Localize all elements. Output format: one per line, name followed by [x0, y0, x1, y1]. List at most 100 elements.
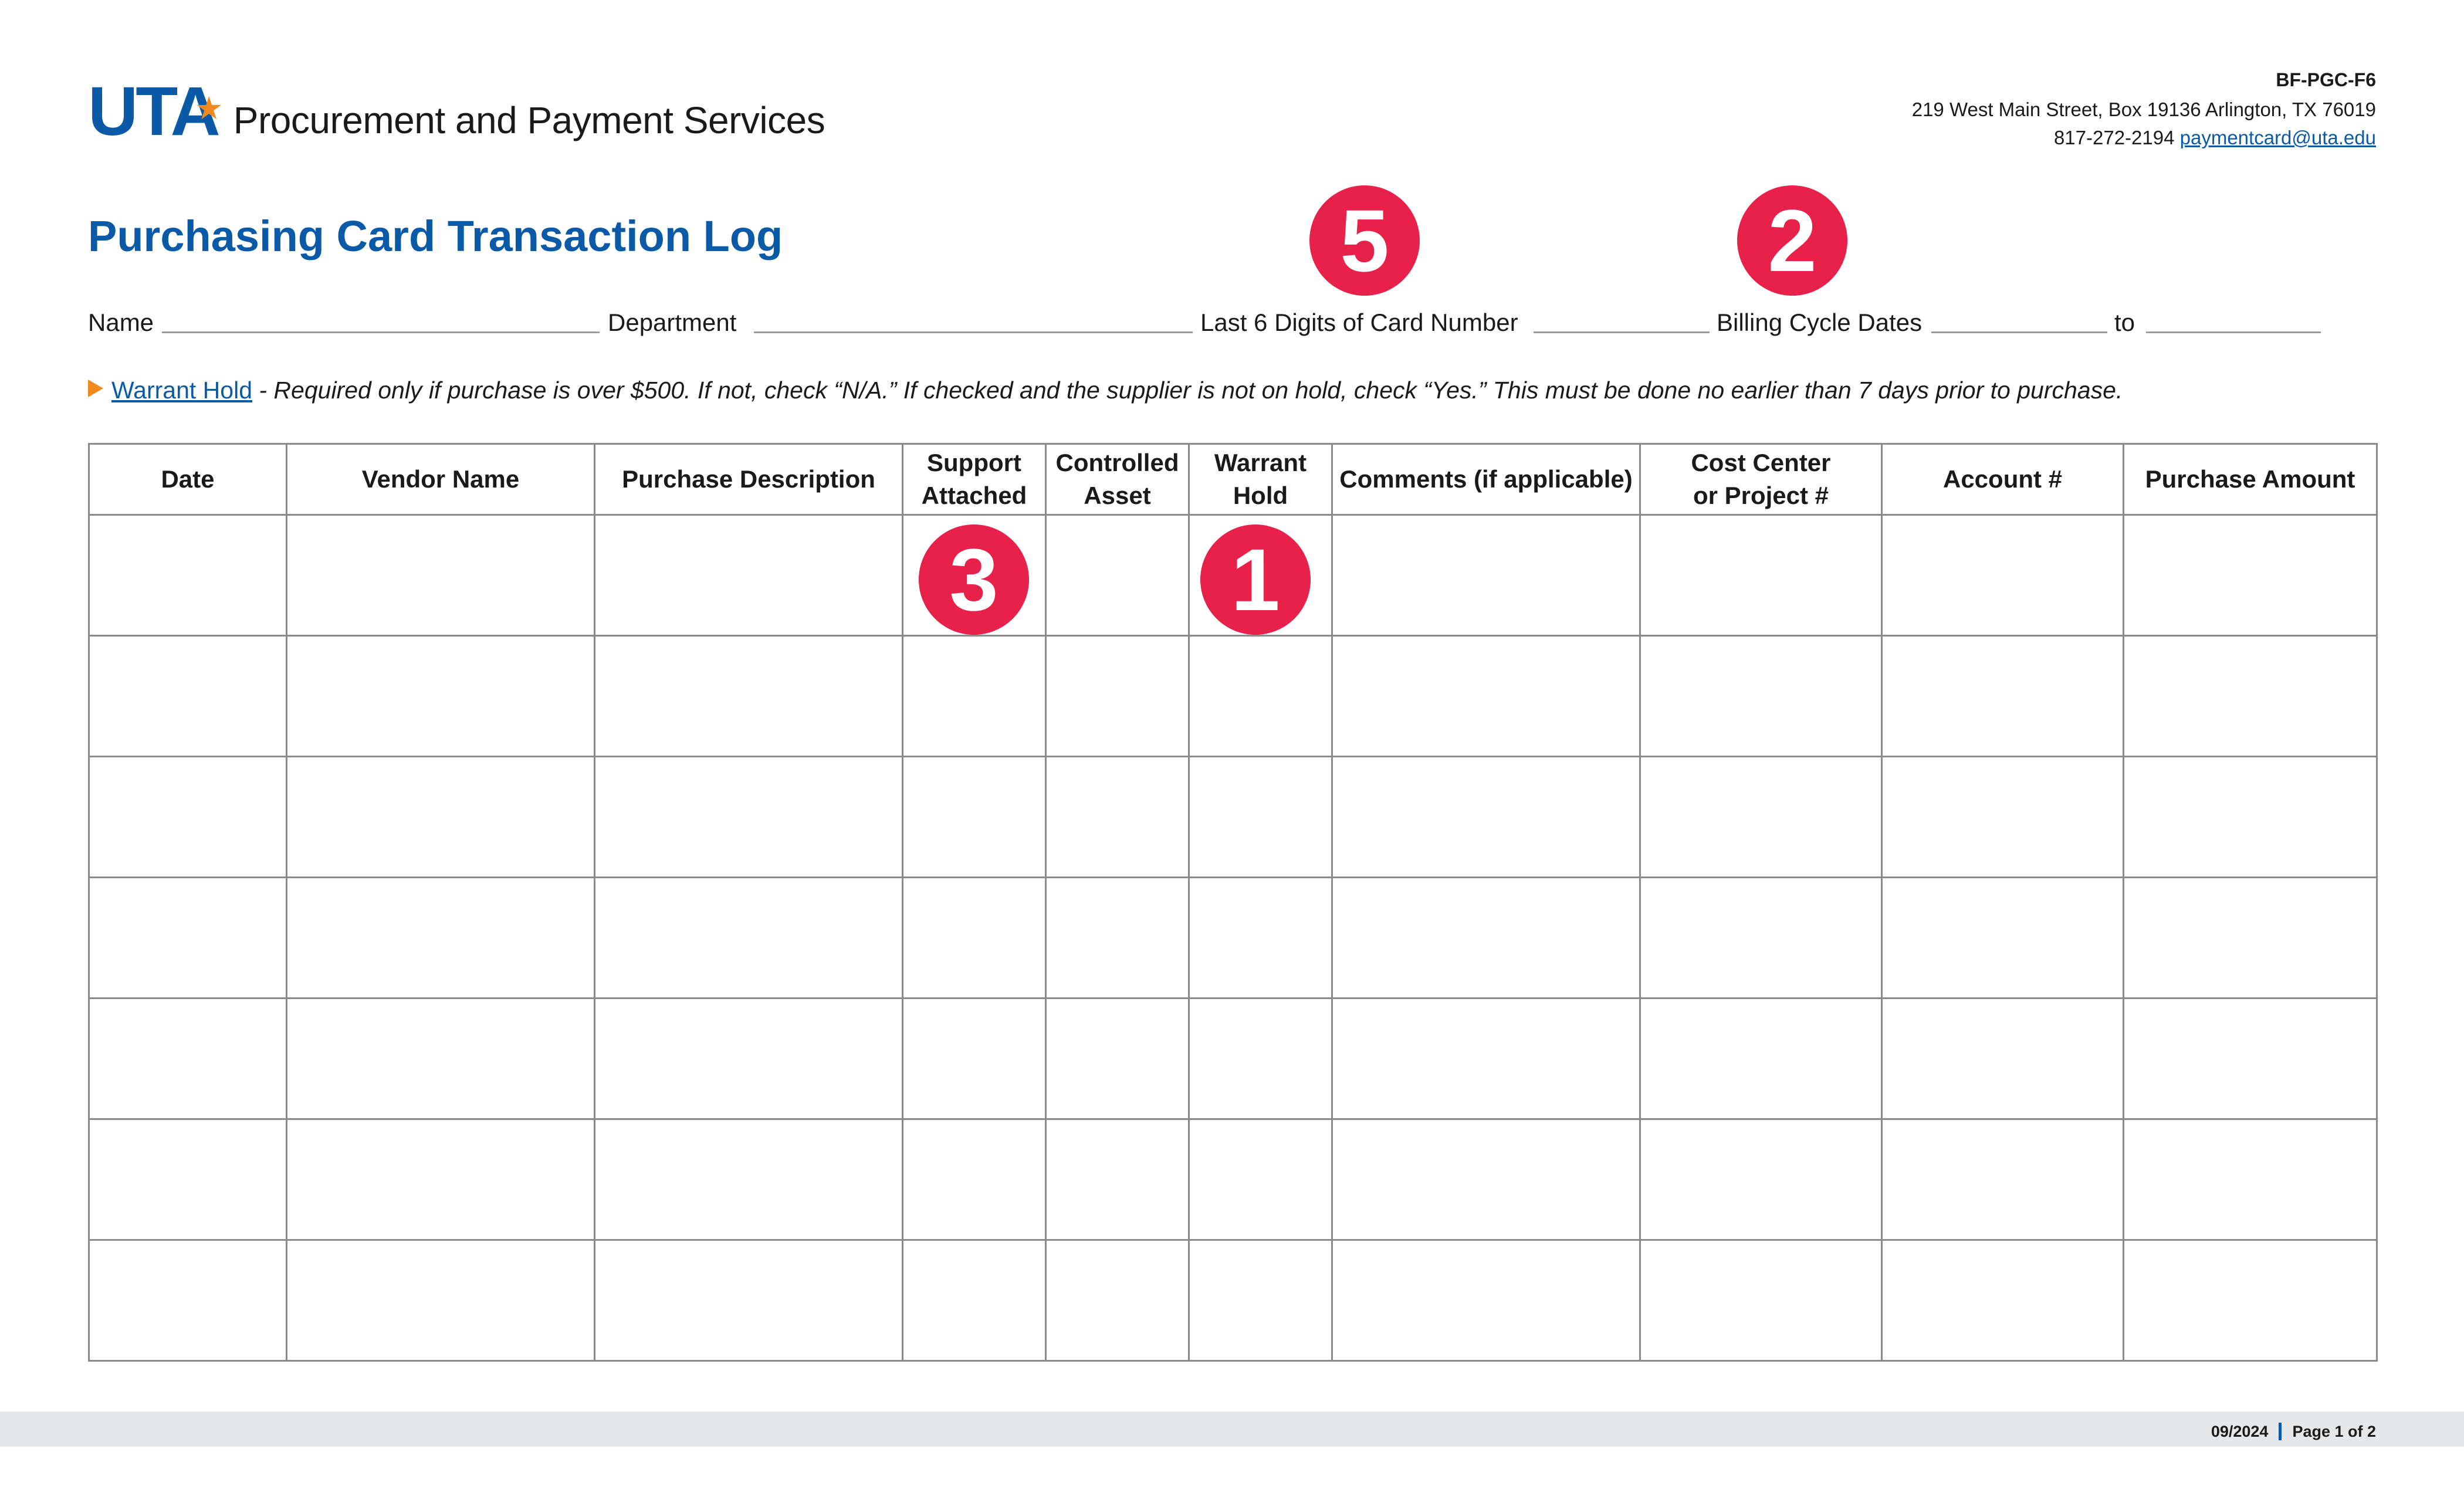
table-cell[interactable] — [2123, 514, 2378, 637]
table-cell[interactable] — [1639, 1239, 1883, 1362]
table-cell[interactable] — [286, 635, 595, 757]
logo-text: Procurement and Payment Services — [233, 99, 825, 141]
table-header-row: Date Vendor Name Purchase Description Suppo… — [88, 443, 2378, 516]
table-cell[interactable] — [88, 997, 287, 1120]
table-cell[interactable] — [2123, 876, 2378, 999]
table-cell[interactable] — [902, 1118, 1047, 1241]
table-cell[interactable] — [594, 1239, 903, 1362]
table-cell[interactable] — [88, 1118, 287, 1241]
table-cell[interactable] — [2123, 1118, 2378, 1241]
table-cell[interactable] — [902, 635, 1047, 757]
table-cell[interactable] — [902, 1239, 1047, 1362]
address: 219 West Main Street, Box 19136 Arlingto… — [1911, 99, 2376, 120]
table-cell[interactable] — [594, 635, 903, 757]
table-cell[interactable] — [1331, 514, 1641, 637]
table-cell[interactable] — [2123, 635, 2378, 757]
table-cell[interactable] — [2123, 1239, 2378, 1362]
table-cell[interactable] — [2123, 997, 2378, 1120]
table-cell[interactable] — [88, 635, 287, 757]
table-cell[interactable] — [1188, 756, 1333, 878]
warrant-note: Warrant Hold - Required only if purchase… — [88, 377, 2123, 404]
table-cell[interactable] — [1331, 635, 1641, 757]
column-header: Cost Center or Project # — [1639, 443, 1883, 516]
table-cell[interactable] — [1881, 514, 2124, 637]
column-header-line: Asset — [1084, 482, 1151, 509]
billing-start-field[interactable] — [1931, 331, 2107, 333]
table-cell[interactable] — [902, 876, 1047, 999]
billing-end-field[interactable] — [2146, 331, 2321, 333]
table-cell[interactable] — [286, 756, 595, 878]
name-field[interactable] — [162, 331, 600, 333]
page-number: Page 1 of 2 — [2292, 1423, 2376, 1440]
department-field[interactable] — [754, 331, 1193, 333]
table-cell[interactable] — [1045, 997, 1190, 1120]
table-cell[interactable] — [1881, 1239, 2124, 1362]
table-cell[interactable] — [88, 876, 287, 999]
table-cell[interactable] — [1188, 635, 1333, 757]
table-cell[interactable] — [1881, 997, 2124, 1120]
table-cell[interactable] — [88, 514, 287, 637]
table-cell[interactable] — [286, 997, 595, 1120]
table-cell[interactable] — [594, 1118, 903, 1241]
table-cell[interactable] — [286, 876, 595, 999]
column-header-line: Support — [927, 449, 1021, 476]
table-cell[interactable] — [286, 514, 595, 637]
table-cell[interactable] — [1331, 876, 1641, 999]
table-cell[interactable] — [594, 997, 903, 1120]
table-cell[interactable] — [1331, 997, 1641, 1120]
table-cell[interactable] — [1881, 1118, 2124, 1241]
note-text: - Required only if purchase is over $500… — [252, 377, 2123, 404]
table-cell[interactable] — [1331, 1239, 1641, 1362]
column-header-line: Purchase Amount — [2145, 465, 2355, 493]
arrow-right-icon — [88, 380, 103, 397]
column-header-line: Vendor Name — [361, 465, 520, 493]
table-cell[interactable] — [1045, 1239, 1190, 1362]
table-cell[interactable] — [1639, 997, 1883, 1120]
table-cell[interactable] — [1045, 514, 1190, 637]
column-header: Warrant Hold — [1188, 443, 1333, 516]
table-cell[interactable] — [1188, 997, 1333, 1120]
column-header: Purchase Description — [594, 443, 903, 516]
table-cell[interactable] — [1045, 756, 1190, 878]
table-cell[interactable] — [286, 1118, 595, 1241]
table-cell[interactable] — [1188, 1239, 1333, 1362]
column-header: Comments (if applicable) — [1331, 443, 1641, 516]
badge-2: 2 — [1737, 185, 1847, 296]
table-cell[interactable] — [1881, 635, 2124, 757]
warrant-hold-link[interactable]: Warrant Hold — [111, 377, 252, 404]
table-cell[interactable] — [1639, 1118, 1883, 1241]
badge-5: 5 — [1309, 185, 1420, 296]
to-label: to — [2114, 309, 2135, 336]
phone: 817-272-2194 — [2053, 127, 2175, 148]
column-header-line: or Project # — [1693, 482, 1829, 509]
table-cell[interactable] — [88, 756, 287, 878]
table-cell[interactable] — [1331, 756, 1641, 878]
table-cell[interactable] — [1045, 1118, 1190, 1241]
table-cell[interactable] — [1881, 876, 2124, 999]
column-header-line: Attached — [921, 482, 1027, 509]
table-cell[interactable] — [902, 756, 1047, 878]
table-cell[interactable] — [286, 1239, 595, 1362]
table-cell[interactable] — [2123, 756, 2378, 878]
table-row — [88, 1239, 2378, 1362]
table-cell[interactable] — [902, 997, 1047, 1120]
table-cell[interactable] — [1188, 1118, 1333, 1241]
table-cell[interactable] — [1881, 756, 2124, 878]
table-cell[interactable] — [594, 756, 903, 878]
table-cell[interactable] — [1045, 635, 1190, 757]
table-cell[interactable] — [1045, 876, 1190, 999]
table-cell[interactable] — [88, 1239, 287, 1362]
column-header: Support Attached — [902, 443, 1047, 516]
table-cell[interactable] — [1639, 756, 1883, 878]
table-cell[interactable] — [1331, 1118, 1641, 1241]
table-cell[interactable] — [1639, 514, 1883, 637]
email-link[interactable]: paymentcard@uta.edu — [2180, 127, 2376, 148]
table-row — [88, 756, 2378, 878]
table-cell[interactable] — [594, 514, 903, 637]
table-cell[interactable] — [594, 876, 903, 999]
footer-date: 09/2024 — [2211, 1423, 2269, 1440]
table-cell[interactable] — [1188, 876, 1333, 999]
table-cell[interactable] — [1639, 635, 1883, 757]
card-digits-field[interactable] — [1534, 331, 1710, 333]
table-cell[interactable] — [1639, 876, 1883, 999]
